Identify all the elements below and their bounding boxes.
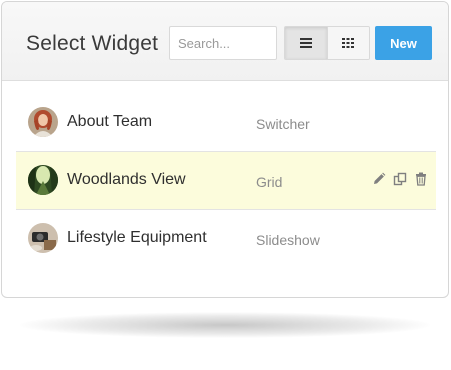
avatar	[28, 223, 58, 253]
view-toggle	[284, 26, 370, 60]
widget-name: About Team	[67, 113, 153, 130]
panel-header: Select Widget New	[2, 2, 448, 81]
duplicate-icon[interactable]	[393, 172, 407, 186]
grid-icon	[342, 38, 355, 48]
list-icon	[299, 38, 312, 48]
list-item[interactable]: Woodlands View Grid	[16, 152, 436, 210]
delete-icon[interactable]	[414, 172, 428, 186]
list-view-button[interactable]	[285, 27, 327, 59]
widget-type: Grid	[256, 174, 283, 190]
widget-name: Lifestyle Equipment	[67, 229, 207, 246]
edit-icon[interactable]	[372, 172, 386, 186]
list-item[interactable]: Lifestyle Equipment Slideshow	[16, 210, 436, 268]
panel-shadow	[20, 312, 430, 338]
avatar	[28, 107, 58, 137]
widget-panel: Select Widget New	[1, 1, 449, 298]
widget-type: Switcher	[256, 116, 310, 132]
widget-name: Woodlands View	[67, 171, 186, 188]
search-input[interactable]	[169, 26, 277, 60]
grid-view-button[interactable]	[326, 27, 369, 59]
list-item[interactable]: About Team Switcher	[16, 94, 436, 152]
new-button[interactable]: New	[375, 26, 432, 60]
widget-type: Slideshow	[256, 232, 320, 248]
widget-list: About Team Switcher Woodlands View Grid	[16, 94, 436, 268]
row-actions	[372, 172, 428, 186]
page-title: Select Widget	[26, 32, 159, 55]
avatar	[28, 165, 58, 195]
